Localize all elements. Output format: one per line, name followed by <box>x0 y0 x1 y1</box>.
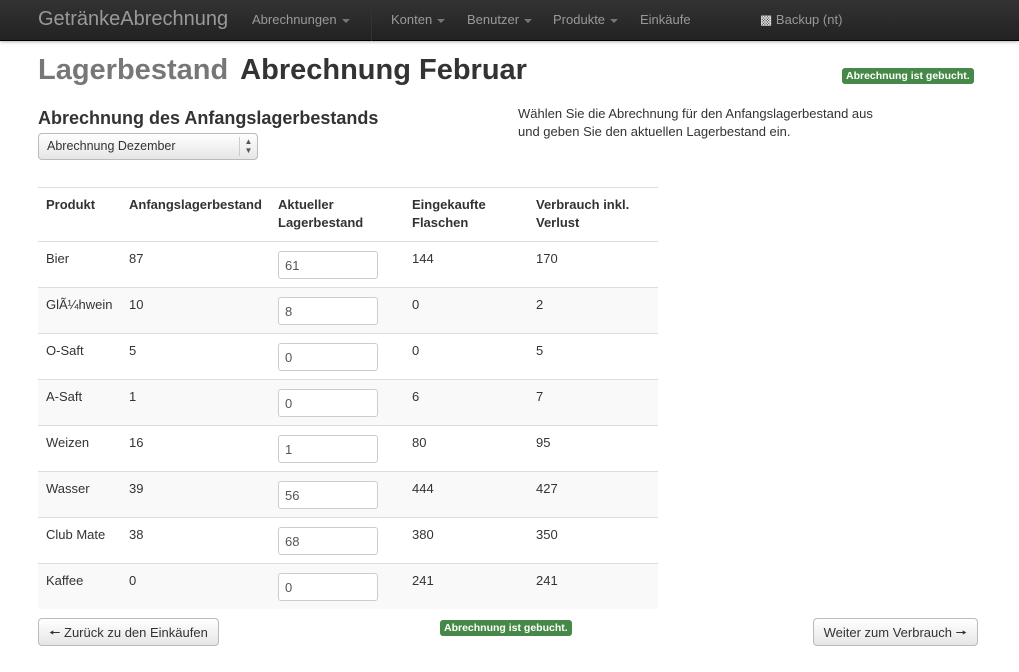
help-text: Wählen Sie die Abrechnung für den Anfang… <box>518 106 873 139</box>
table-cell: GlÃ¼hwein <box>38 287 121 334</box>
table-cell: 241 <box>404 563 528 609</box>
table-cell: Bier <box>38 241 121 288</box>
table-cell: 38 <box>121 517 270 564</box>
table-row: Bier87 144170 <box>38 241 658 288</box>
title-main: Abrechnung Februar <box>240 54 527 86</box>
current-stock-input[interactable] <box>278 389 378 417</box>
caret-down-icon <box>524 18 533 23</box>
table-cell: A-Saft <box>38 379 121 426</box>
caret-down-icon <box>610 18 619 23</box>
table-row: Kaffee0 241241 <box>38 563 658 609</box>
col-header: Produkt <box>38 187 121 242</box>
nav-label: Konten <box>391 12 433 27</box>
brand[interactable]: GetränkeAbrechnung <box>38 8 228 31</box>
table-row: Club Mate38 380350 <box>38 517 658 564</box>
table-row: Weizen16 8095 <box>38 425 658 472</box>
nav-benutzer[interactable]: Benutzer <box>467 12 533 27</box>
nav-backup[interactable]: ▩ Backup (nt) <box>760 12 842 28</box>
arrow-left-icon: 🠔 <box>49 625 61 640</box>
table-cell: 170 <box>528 241 658 288</box>
table-cell: 1 <box>121 379 270 426</box>
current-stock-cell <box>270 471 404 518</box>
table-cell: 16 <box>121 425 270 472</box>
section-heading: Abrechnung des Anfangslagerbestands <box>38 108 379 128</box>
inventory-table: Produkt Anfangslagerbestand Aktueller La… <box>38 187 658 609</box>
select-arrows-icon: ▲ ▼ <box>239 137 257 156</box>
current-stock-cell <box>270 379 404 426</box>
arrow-right-icon: 🠖 <box>955 625 967 640</box>
table-cell: 350 <box>528 517 658 564</box>
next-button[interactable]: Weiter zum Verbrauch 🠖 <box>812 618 978 646</box>
start-inventory-select[interactable]: Abrechnung Dezember ▲ ▼ <box>38 133 258 160</box>
current-stock-input[interactable] <box>278 573 378 601</box>
table-row: GlÃ¼hwein10 02 <box>38 287 658 334</box>
footer-status-badge: Abrechnung ist gebucht. <box>440 620 572 636</box>
table-cell: 0 <box>121 563 270 609</box>
current-stock-cell <box>270 563 404 609</box>
table-row: O-Saft505 <box>38 333 658 380</box>
table-cell: 95 <box>528 425 658 472</box>
table-cell: Club Mate <box>38 517 121 564</box>
table-cell: 10 <box>121 287 270 334</box>
col-header: Aktueller Lagerbestand <box>270 187 404 242</box>
drive-icon: ▩ <box>760 12 773 27</box>
table-cell: O-Saft <box>38 333 121 380</box>
table-cell: 5 <box>528 333 658 380</box>
table-cell: 444 <box>404 471 528 518</box>
page-title: Lagerbestand Abrechnung Februar <box>38 54 527 87</box>
nav-label: Produkte <box>553 12 606 27</box>
table-cell: 0 <box>404 333 528 380</box>
table-cell: 7 <box>528 379 658 426</box>
current-stock-input[interactable] <box>278 481 378 509</box>
backup-label: Backup (nt) <box>775 12 843 27</box>
table-cell: 144 <box>404 241 528 288</box>
status-badge: Abrechnung ist gebucht. <box>842 68 974 84</box>
select-value: Abrechnung Dezember <box>47 139 176 153</box>
table-cell: Wasser <box>38 471 121 518</box>
table-cell: 39 <box>121 471 270 518</box>
table-cell: 5 <box>121 333 270 380</box>
next-label: Weiter zum Verbrauch <box>823 625 952 640</box>
nav-konten[interactable]: Konten <box>391 12 446 27</box>
table-cell: 241 <box>528 563 658 609</box>
back-button[interactable]: 🠔 Zurück zu den Einkäufen <box>38 618 219 646</box>
col-header: Verbrauch inkl. Verlust <box>528 187 658 242</box>
current-stock-input[interactable] <box>278 343 378 371</box>
nav-label: Abrechnungen <box>252 12 337 27</box>
title-muted: Lagerbestand <box>38 54 229 86</box>
current-stock-input[interactable] <box>278 527 378 555</box>
current-stock-cell <box>270 517 404 564</box>
table-cell: 87 <box>121 241 270 288</box>
navbar: GetränkeAbrechnung Abrechnungen Konten B… <box>0 0 1019 41</box>
current-stock-cell <box>270 287 404 334</box>
current-stock-cell <box>270 333 404 380</box>
table-cell: Kaffee <box>38 563 121 609</box>
current-stock-input[interactable] <box>278 297 378 325</box>
current-stock-cell <box>270 425 404 472</box>
table-cell: 6 <box>404 379 528 426</box>
table-cell: Weizen <box>38 425 121 472</box>
caret-down-icon <box>341 18 350 23</box>
nav-abrechnungen[interactable]: Abrechnungen <box>252 12 350 27</box>
table-row: Wasser39 444427 <box>38 471 658 518</box>
table-cell: 380 <box>404 517 528 564</box>
caret-down-icon <box>437 18 446 23</box>
col-header: Anfangslagerbestand <box>121 187 270 242</box>
table-cell: 427 <box>528 471 658 518</box>
back-label: Zurück zu den Einkäufen <box>64 625 208 640</box>
table-cell: 80 <box>404 425 528 472</box>
nav-produkte[interactable]: Produkte <box>553 12 619 27</box>
current-stock-cell <box>270 241 404 288</box>
nav-label: Benutzer <box>467 12 520 27</box>
nav-einkaeufe[interactable]: Einkäufe <box>640 12 691 27</box>
nav-divider <box>371 0 372 41</box>
table-row: A-Saft1 67 <box>38 379 658 426</box>
col-header: Eingekaufte Flaschen <box>404 187 528 242</box>
current-stock-input[interactable] <box>278 435 378 463</box>
table-cell: 0 <box>404 287 528 334</box>
current-stock-input[interactable] <box>278 251 378 279</box>
table-cell: 2 <box>528 287 658 334</box>
